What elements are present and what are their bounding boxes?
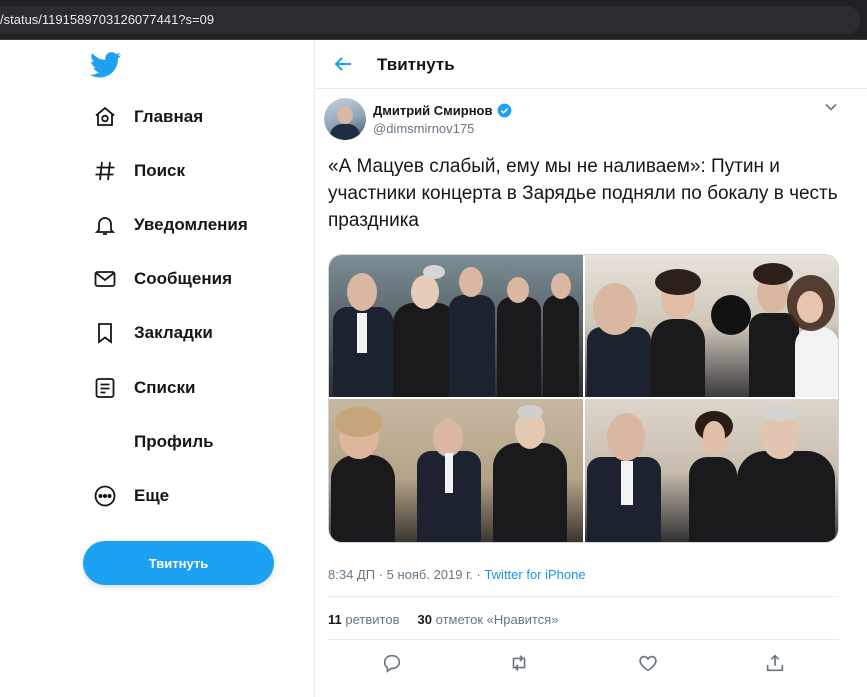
sidebar-item-home[interactable]: Главная [82,93,213,141]
sidebar-item-label: Профиль [134,432,214,451]
divider [328,639,839,640]
sidebar: Главная Поиск Уведомления Сообщения Закл… [0,40,314,697]
tweet-text: «А Мацуев слабый, ему мы не наливаем»: П… [328,156,838,231]
chevron-down-icon[interactable] [824,100,838,114]
twitter-bird-icon[interactable] [90,52,122,78]
profile-icon [92,429,118,455]
tweet-photo-3[interactable] [329,399,583,542]
tweet-timestamp: 8:34 ДП · 5 нояб. 2019 г. · [328,567,485,582]
like-icon[interactable] [637,652,659,674]
sidebar-item-label: Списки [134,378,196,397]
retweets-stat[interactable]: 11 ретвитов [328,612,399,627]
bookmark-icon [92,320,118,346]
sidebar-item-label: Уведомления [134,215,248,234]
sidebar-item-label: Сообщения [134,269,232,288]
share-icon[interactable] [764,652,786,674]
envelope-icon [92,266,118,292]
sidebar-item-messages[interactable]: Сообщения [82,255,242,303]
likes-count: 30 [417,612,433,627]
author-name-text: Дмитрий Смирнов [373,103,493,118]
retweets-count: 11 [328,612,342,627]
list-icon [92,375,118,401]
back-arrow-icon[interactable] [331,52,355,76]
tweet-stats: 11 ретвитов 30 отметок «Нравится» [328,612,558,627]
likes-stat[interactable]: 30 отметок «Нравится» [418,612,559,627]
more-icon [92,483,118,509]
retweet-icon[interactable] [508,652,530,674]
home-icon [92,104,118,130]
tweet-photo-4[interactable] [585,399,838,542]
author-handle[interactable]: @dimsmirnov175 [373,121,474,136]
sidebar-item-label: Закладки [134,323,213,342]
verified-badge-icon [497,103,511,118]
sidebar-item-search[interactable]: Поиск [82,147,195,195]
divider [328,596,839,597]
likes-label: отметок «Нравится» [435,612,559,627]
retweets-label: ретвитов [345,612,400,627]
tweet-column: Твитнуть Дмитрий Смирнов @dimsmirnov175 … [314,40,867,697]
reply-icon[interactable] [381,652,403,674]
sidebar-item-label: Еще [134,486,170,505]
bell-icon [92,212,118,238]
url-text: /status/1191589703126077441?s=09 [0,12,215,27]
avatar[interactable] [324,98,366,140]
sidebar-item-label: Поиск [134,161,186,180]
tweet-actions [375,652,795,674]
sidebar-item-label: Главная [134,107,204,126]
sidebar-item-more[interactable]: Еще [82,472,179,520]
sidebar-item-notifications[interactable]: Уведомления [82,201,258,249]
sidebar-item-lists[interactable]: Списки [82,364,205,412]
browser-url-bar: /status/1191589703126077441?s=09 [0,0,867,40]
author-name[interactable]: Дмитрий Смирнов [373,103,512,118]
tweet-source-link[interactable]: Twitter for iPhone [484,567,585,582]
tweet-media-grid [328,254,839,543]
sidebar-item-bookmarks[interactable]: Закладки [82,309,223,357]
page-title: Твитнуть [377,55,455,74]
hashtag-icon [92,158,118,184]
tweet-meta: 8:34 ДП · 5 нояб. 2019 г. · Twitter for … [328,567,586,582]
address-field[interactable]: /status/1191589703126077441?s=09 [0,6,860,34]
tweet-button[interactable]: Твитнуть [83,541,274,585]
tweet-photo-1[interactable] [329,255,583,397]
tweet-photo-2[interactable] [585,255,838,397]
sidebar-item-profile[interactable]: Профиль [82,418,224,466]
page-header: Твитнуть [315,40,867,89]
